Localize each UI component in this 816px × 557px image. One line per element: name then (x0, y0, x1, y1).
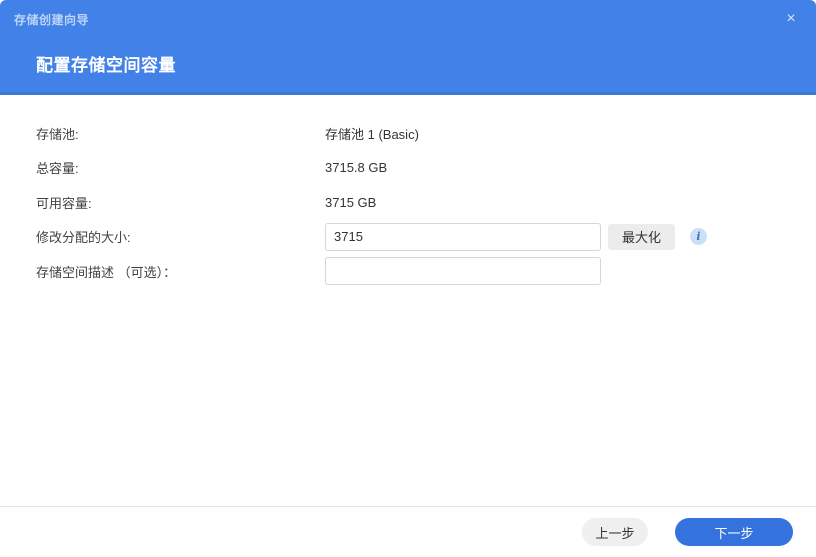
available-capacity-row: 可用容量: 3715 GB (36, 185, 816, 219)
description-input[interactable] (325, 257, 601, 285)
next-button[interactable]: 下一步 (675, 518, 793, 546)
step-title: 配置存储空间容量 (36, 56, 176, 75)
storage-pool-value: 存储池 1 (Basic) (325, 126, 419, 142)
dialog-header: 存储创建向导 × 配置存储空间容量 (0, 0, 816, 95)
window-title: 存储创建向导 (14, 13, 90, 27)
dialog-footer: 上一步 下一步 (0, 506, 816, 557)
close-icon[interactable]: × (780, 8, 802, 30)
available-capacity-value: 3715 GB (325, 194, 377, 210)
storage-creation-wizard-dialog: 存储创建向导 × 配置存储空间容量 存储池: 存储池 1 (Basic) 总容量… (0, 0, 816, 557)
total-capacity-row: 总容量: 3715.8 GB (36, 151, 816, 185)
available-capacity-label: 可用容量: (36, 195, 92, 211)
total-capacity-value: 3715.8 GB (325, 160, 388, 175)
total-capacity-label: 总容量: (36, 161, 79, 176)
allocated-size-label: 修改分配的大小: (36, 230, 131, 245)
dialog-body: 存储池: 存储池 1 (Basic) 总容量: 3715.8 GB 可用容量: … (0, 95, 816, 506)
storage-pool-label: 存储池: (36, 126, 79, 142)
info-icon[interactable]: i (690, 228, 708, 245)
back-button[interactable]: 上一步 (582, 518, 648, 546)
description-row: 存储空间描述 （可选）： (36, 254, 816, 288)
allocated-size-input[interactable] (325, 222, 601, 251)
maximize-button[interactable]: 最大化 (608, 223, 676, 250)
description-label: 存储空间描述 （可选）： (36, 264, 177, 280)
storage-pool-row: 存储池: 存储池 1 (Basic) (36, 116, 816, 150)
allocated-size-row: 修改分配的大小: 最大化 i (36, 220, 816, 254)
